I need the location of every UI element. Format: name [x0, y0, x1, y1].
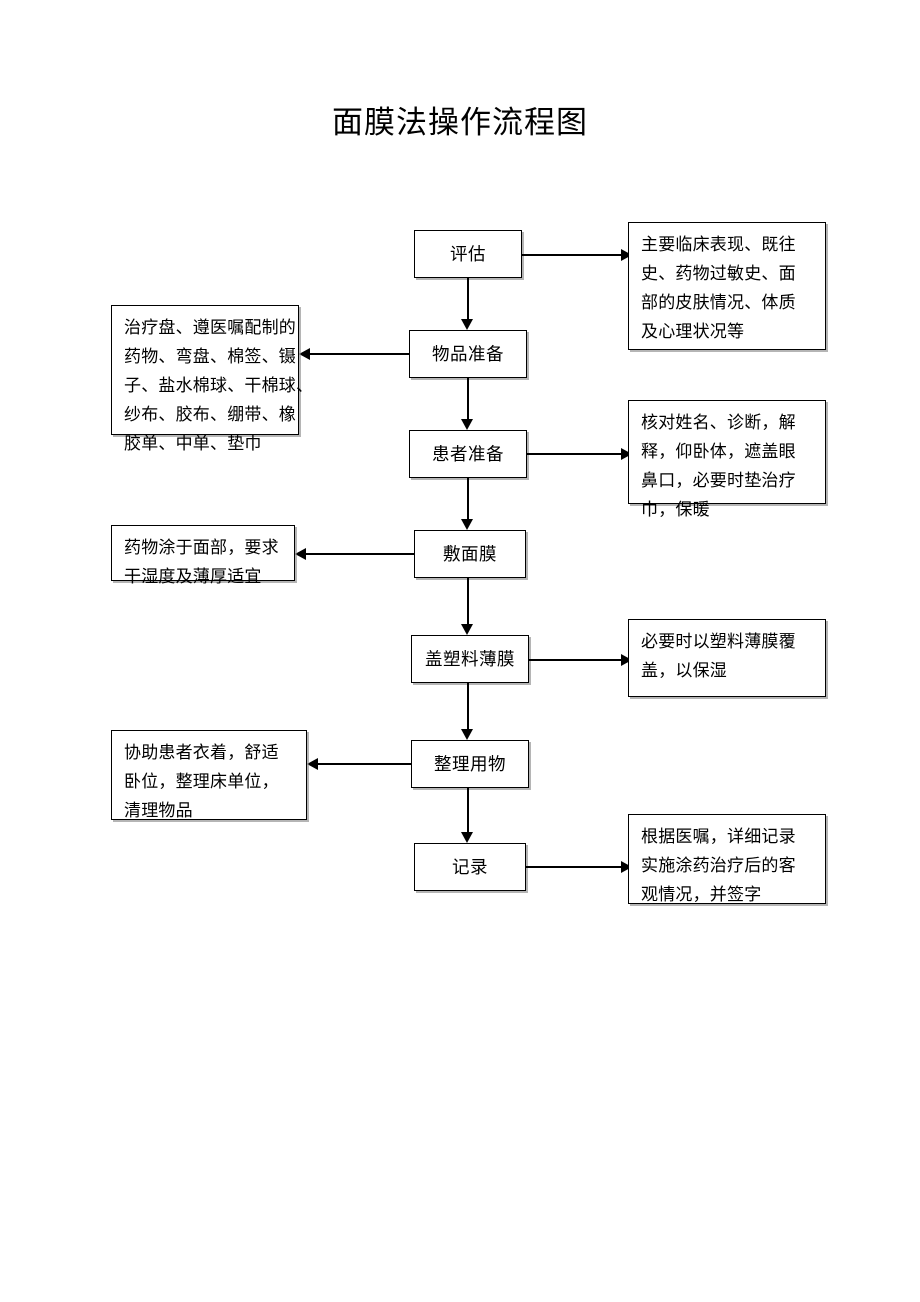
node-record[interactable]: 记录 — [414, 843, 526, 891]
note-cover-film: 必要时以塑料薄膜覆 盖，以保湿 — [628, 619, 826, 697]
page-title: 面膜法操作流程图 — [332, 105, 588, 140]
connector-assess-to-note — [522, 254, 621, 256]
arrow-down-icon-2 — [460, 419, 473, 430]
node-tidy-items-label: 整理用物 — [434, 754, 506, 774]
arrow-down-icon-3 — [460, 519, 473, 530]
arrow-down-icon-1 — [460, 319, 473, 330]
note-tidy-items: 协助患者衣着，舒适 卧位，整理床单位， 清理物品 — [111, 730, 307, 820]
arrow-down-icon-4 — [460, 624, 473, 635]
note-line: 盖，以保湿 — [641, 661, 727, 680]
note-line: 胶单、中单、垫巾 — [124, 434, 262, 453]
connector-cover-film-to-tidy-items — [467, 683, 469, 729]
note-patient-prep: 核对姓名、诊断，解 释，仰卧体，遮盖眼 鼻口，必要时垫治疗 巾，保暖 — [628, 400, 826, 519]
node-patient-prep[interactable]: 患者准备 — [409, 430, 527, 478]
connector-patient-prep-to-apply-mask — [467, 478, 469, 519]
node-cover-film[interactable]: 盖塑料薄膜 — [411, 635, 529, 683]
node-item-prep[interactable]: 物品准备 — [409, 330, 527, 378]
note-record: 根据医嘱，详细记录 实施涂药治疗后的客 观情况，并签字 — [628, 814, 826, 904]
note-line: 根据医嘱，详细记录 — [641, 827, 796, 846]
connector-item-prep-to-patient-prep — [467, 378, 469, 419]
note-line: 部的皮肤情况、体质 — [641, 293, 796, 312]
note-line: 药物、弯盘、棉签、镊 — [124, 347, 296, 366]
node-apply-mask-label: 敷面膜 — [443, 544, 497, 564]
note-line: 纱布、胶布、绷带、橡 — [124, 405, 296, 424]
node-tidy-items[interactable]: 整理用物 — [411, 740, 529, 788]
note-assess: 主要临床表现、既往 史、药物过敏史、面 部的皮肤情况、体质 及心理状况等 — [628, 222, 826, 350]
connector-record-to-note — [526, 866, 621, 868]
note-line: 卧位，整理床单位， — [124, 772, 279, 791]
arrow-down-icon-6 — [460, 832, 473, 843]
connector-assess-to-item-prep — [467, 278, 469, 319]
note-apply-mask: 药物涂于面部，要求 干湿度及薄厚适宜 — [111, 525, 295, 586]
arrow-down-icon-5 — [460, 729, 473, 740]
connector-apply-mask-to-note — [306, 553, 414, 555]
note-line: 协助患者衣着，舒适 — [124, 743, 279, 762]
node-cover-film-label: 盖塑料薄膜 — [425, 649, 515, 669]
arrow-left-icon-1 — [299, 347, 310, 360]
node-assess[interactable]: 评估 — [414, 230, 522, 278]
arrow-left-icon-3 — [307, 757, 318, 770]
note-line: 核对姓名、诊断，解 — [641, 413, 796, 432]
note-line: 鼻口，必要时垫治疗 — [641, 471, 796, 490]
node-item-prep-label: 物品准备 — [432, 344, 504, 364]
note-line: 及心理状况等 — [641, 322, 745, 341]
node-assess-label: 评估 — [450, 244, 486, 264]
arrow-left-icon-2 — [295, 547, 306, 560]
connector-tidy-items-to-note — [318, 763, 411, 765]
note-line: 药物涂于面部，要求 — [124, 538, 279, 557]
connector-apply-mask-to-cover-film — [467, 578, 469, 624]
node-record-label: 记录 — [452, 857, 488, 877]
note-item-prep: 治疗盘、遵医嘱配制的 药物、弯盘、棉签、镊 子、盐水棉球、干棉球、 纱布、胶布、… — [111, 305, 314, 453]
note-line: 治疗盘、遵医嘱配制的 — [124, 318, 296, 337]
note-line: 释，仰卧体，遮盖眼 — [641, 442, 796, 461]
note-line: 清理物品 — [124, 801, 193, 820]
note-line: 史、药物过敏史、面 — [641, 264, 796, 283]
connector-cover-film-to-note — [529, 659, 621, 661]
node-patient-prep-label: 患者准备 — [432, 444, 504, 464]
note-line: 实施涂药治疗后的客 — [641, 856, 796, 875]
note-line: 观情况，并签字 — [641, 885, 762, 904]
note-line: 巾，保暖 — [641, 500, 710, 519]
note-line: 干湿度及薄厚适宜 — [124, 567, 262, 586]
node-apply-mask[interactable]: 敷面膜 — [414, 530, 526, 578]
connector-tidy-items-to-record — [467, 788, 469, 832]
connector-item-prep-to-note — [310, 353, 409, 355]
note-line: 必要时以塑料薄膜覆 — [641, 632, 796, 651]
note-line: 子、盐水棉球、干棉球、 — [124, 376, 314, 395]
flowchart-page: 面膜法操作流程图 评估 物品准备 患者准备 敷面膜 盖塑料薄膜 整理用物 记录 … — [0, 0, 920, 1302]
connector-patient-prep-to-note — [527, 453, 621, 455]
note-line: 主要临床表现、既往 — [641, 235, 796, 254]
